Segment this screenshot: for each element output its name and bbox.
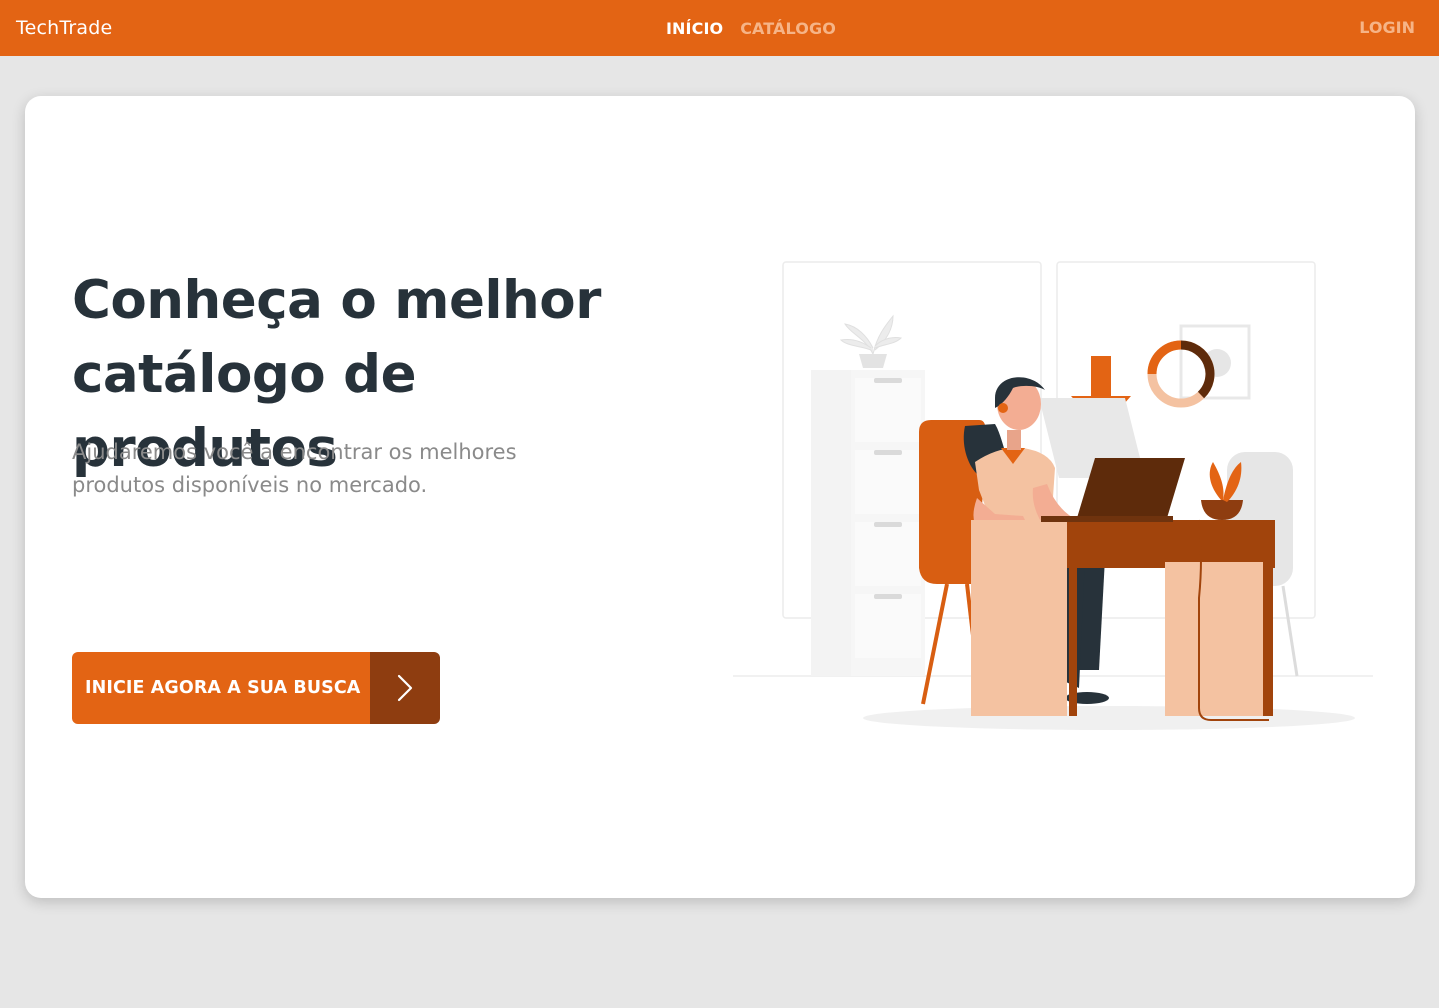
hero-subtitle-line-1: Ajudaremos você a encontrar os melhores <box>72 440 517 464</box>
brand-logo[interactable]: TechTrade <box>16 0 112 56</box>
nav-link-inicio[interactable]: INÍCIO <box>666 19 723 38</box>
woman-at-desk-illustration <box>733 261 1373 730</box>
top-navbar: TechTrade INÍCIO CATÁLOGO LOGIN <box>0 0 1439 56</box>
hero-subtitle: Ajudaremos você a encontrar os melhores … <box>72 436 572 502</box>
nav-link-catalogo[interactable]: CATÁLOGO <box>740 19 836 38</box>
hero-title-line-1: Conheça o melhor <box>72 270 601 331</box>
chevron-right-icon <box>370 652 440 724</box>
hero-card: Conheça o melhor catálogo de produtos Aj… <box>25 96 1415 898</box>
start-search-button-label: INICIE AGORA A SUA BUSCA <box>72 652 370 724</box>
main-nav: INÍCIO CATÁLOGO <box>666 0 836 56</box>
start-search-button[interactable]: INICIE AGORA A SUA BUSCA <box>72 652 440 724</box>
hero-subtitle-line-2: produtos disponíveis no mercado. <box>72 473 428 497</box>
login-link[interactable]: LOGIN <box>1359 0 1415 56</box>
